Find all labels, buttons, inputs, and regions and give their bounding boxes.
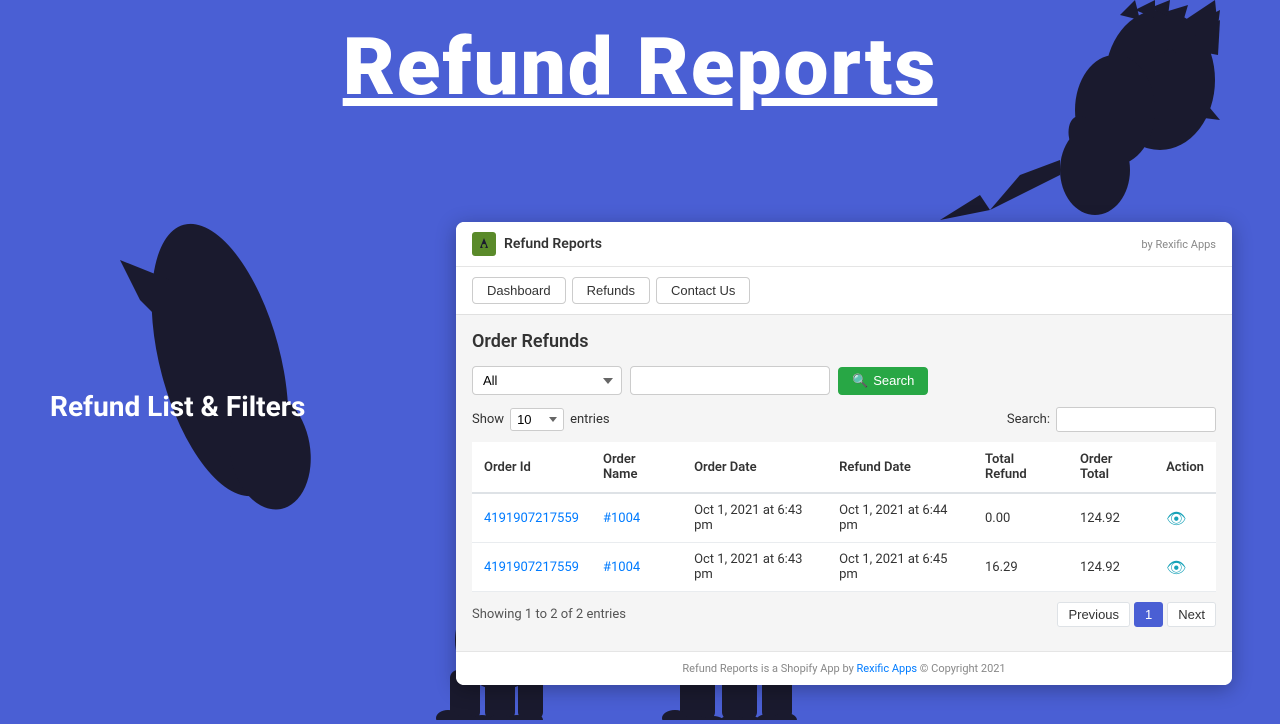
showing-text: Showing 1 to 2 of 2 entries: [472, 607, 626, 622]
refunds-table: Order Id Order Name Order Date Refund Da…: [472, 442, 1216, 592]
cell-refund-date: Oct 1, 2021 at 6:45 pm: [827, 543, 973, 592]
col-action: Action: [1154, 442, 1216, 493]
nav-contact-button[interactable]: Contact Us: [656, 277, 750, 304]
section-title: Order Refunds: [472, 331, 1216, 352]
app-footer: Refund Reports is a Shopify App by Rexif…: [456, 651, 1232, 685]
show-label: Show: [472, 412, 504, 427]
col-total-refund: Total Refund: [973, 442, 1068, 493]
dino-top-right-decoration: [940, 0, 1220, 220]
cell-order-id: 4191907217559: [472, 493, 591, 543]
cell-refund-date: Oct 1, 2021 at 6:44 pm: [827, 493, 973, 543]
col-order-total: Order Total: [1068, 442, 1154, 493]
cell-order-total: 124.92: [1068, 493, 1154, 543]
col-order-date: Order Date: [682, 442, 827, 493]
nav-refunds-button[interactable]: Refunds: [572, 277, 650, 304]
entries-label: entries: [570, 412, 610, 427]
filter-search-button[interactable]: 🔍 Search: [838, 367, 928, 395]
footer-text: Refund Reports is a Shopify App by: [682, 662, 856, 675]
table-header-row: Order Id Order Name Order Date Refund Da…: [472, 442, 1216, 493]
search-button-label: Search: [873, 373, 914, 388]
entries-select[interactable]: 10 25 50 100: [510, 408, 564, 431]
app-content: Order Refunds All Order Id Order Name Or…: [456, 315, 1232, 647]
filter-row: All Order Id Order Name Order Date Refun…: [472, 366, 1216, 395]
by-rexific-label: by Rexific Apps: [1141, 238, 1216, 251]
footer-link[interactable]: Rexific Apps: [857, 662, 918, 675]
table-row: 4191907217559 #1004 Oct 1, 2021 at 6:43 …: [472, 493, 1216, 543]
app-title: Refund Reports: [504, 236, 602, 252]
cell-order-name: #1004: [591, 493, 682, 543]
cell-order-date: Oct 1, 2021 at 6:43 pm: [682, 493, 827, 543]
entries-left: Show 10 25 50 100 entries: [472, 408, 610, 431]
cell-order-total: 124.92: [1068, 543, 1154, 592]
page-1-button[interactable]: 1: [1134, 602, 1163, 627]
cell-total-refund: 0.00: [973, 493, 1068, 543]
order-id-link[interactable]: 4191907217559: [484, 560, 579, 575]
order-name-link[interactable]: #1004: [603, 560, 640, 575]
app-header: Refund Reports by Rexific Apps: [456, 222, 1232, 267]
cell-total-refund: 16.29: [973, 543, 1068, 592]
cell-action: 👁: [1154, 543, 1216, 592]
col-order-name: Order Name: [591, 442, 682, 493]
order-id-link[interactable]: 4191907217559: [484, 511, 579, 526]
col-refund-date: Refund Date: [827, 442, 973, 493]
table-row: 4191907217559 #1004 Oct 1, 2021 at 6:43 …: [472, 543, 1216, 592]
previous-button[interactable]: Previous: [1057, 602, 1130, 627]
footer-copyright: © Copyright 2021: [917, 662, 1006, 675]
cell-order-name: #1004: [591, 543, 682, 592]
pagination-controls: Previous 1 Next: [1057, 602, 1216, 627]
cell-order-id: 4191907217559: [472, 543, 591, 592]
cell-action: 👁: [1154, 493, 1216, 543]
view-icon[interactable]: 👁: [1166, 558, 1186, 577]
app-panel: Refund Reports by Rexific Apps Dashboard…: [456, 222, 1232, 685]
pagination-row: Showing 1 to 2 of 2 entries Previous 1 N…: [472, 592, 1216, 631]
view-icon[interactable]: 👁: [1166, 509, 1186, 528]
side-label: Refund List & Filters: [50, 390, 350, 423]
table-search-input[interactable]: [1056, 407, 1216, 432]
table-search-label: Search:: [1007, 412, 1050, 427]
next-button[interactable]: Next: [1167, 602, 1216, 627]
col-order-id: Order Id: [472, 442, 591, 493]
app-logo: Refund Reports: [472, 232, 602, 256]
app-nav: Dashboard Refunds Contact Us: [456, 267, 1232, 315]
nav-dashboard-button[interactable]: Dashboard: [472, 277, 566, 304]
cell-order-date: Oct 1, 2021 at 6:43 pm: [682, 543, 827, 592]
logo-icon: [472, 232, 496, 256]
filter-search-input[interactable]: [630, 366, 830, 395]
search-icon: 🔍: [852, 373, 868, 389]
dino-left-decoration: [120, 200, 320, 520]
table-search-right: Search:: [1007, 407, 1216, 432]
filter-select[interactable]: All Order Id Order Name Order Date Refun…: [472, 366, 622, 395]
entries-row: Show 10 25 50 100 entries Search:: [472, 407, 1216, 432]
order-name-link[interactable]: #1004: [603, 511, 640, 526]
